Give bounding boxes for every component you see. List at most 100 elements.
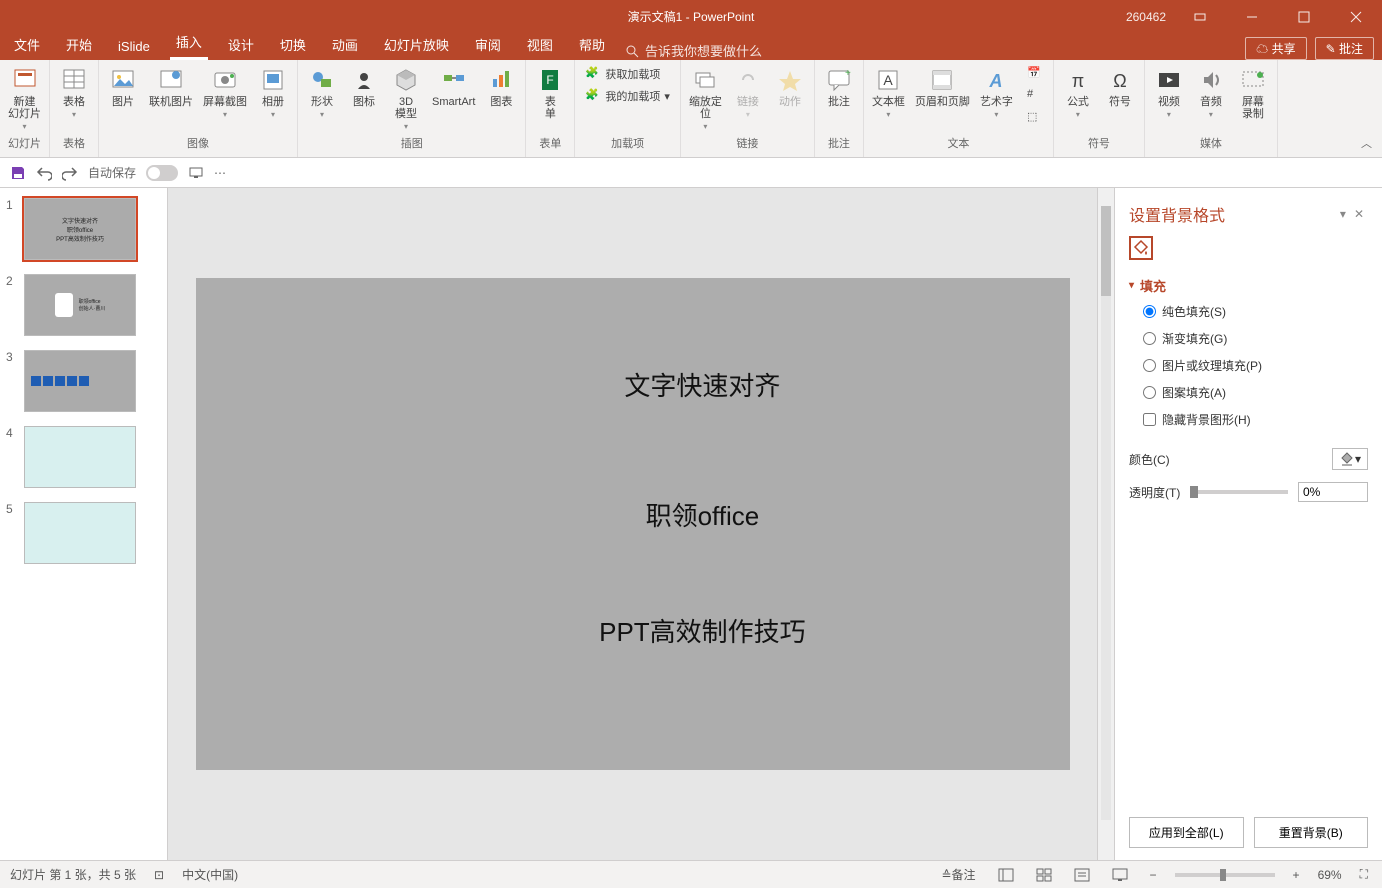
slide-thumbnail-2[interactable]: 职领office创始人·曹川 (24, 274, 136, 336)
minimize-button[interactable] (1234, 0, 1270, 33)
slide-thumbnail-4[interactable] (24, 426, 136, 488)
chart-button[interactable]: 图表 (483, 64, 519, 110)
get-addins-button[interactable]: 🧩获取加载项 (581, 64, 674, 84)
from-beginning-button[interactable] (188, 165, 204, 181)
symbol-button[interactable]: Ω符号 (1102, 64, 1138, 110)
slide-text-2[interactable]: 职领office (646, 496, 760, 533)
transparency-input[interactable] (1298, 482, 1368, 502)
tab-animation[interactable]: 动画 (326, 31, 364, 60)
zoom-out-button[interactable]: − (1146, 866, 1161, 884)
slide-thumbnails-panel[interactable]: 1文字快速对齐职领officePPT高效制作技巧 2职领office创始人·曹川… (0, 188, 168, 860)
ribbon-group-text: A文本框▾ 页眉和页脚 A艺术字▾ 📅 # ⬚ 文本 (864, 60, 1054, 157)
ribbon-group-links: 缩放定位▾ 链接▾ 动作 链接 (681, 60, 815, 157)
slide-thumbnail-1[interactable]: 文字快速对齐职领officePPT高效制作技巧 (24, 198, 136, 260)
link-button[interactable]: 链接▾ (730, 64, 766, 121)
slide-thumbnail-3[interactable] (24, 350, 136, 412)
pattern-fill-radio[interactable]: 图案填充(A) (1143, 384, 1368, 401)
tab-view[interactable]: 视图 (521, 31, 559, 60)
solid-fill-radio[interactable]: 纯色填充(S) (1143, 303, 1368, 320)
smartart-button[interactable]: SmartArt (430, 64, 477, 110)
my-addins-button[interactable]: 🧩我的加载项▾ (581, 86, 674, 106)
video-button[interactable]: 视频▾ (1151, 64, 1187, 121)
pictures-button[interactable]: 图片 (105, 64, 141, 110)
reading-view-button[interactable] (1070, 866, 1094, 884)
slide-canvas-area[interactable]: 文字快速对齐 职领office PPT高效制作技巧 (168, 188, 1097, 860)
pane-options-button[interactable]: ▾ (1336, 207, 1350, 221)
vertical-scrollbar[interactable] (1097, 188, 1114, 860)
notes-button[interactable]: ≙ 备注 (937, 864, 979, 885)
tab-design[interactable]: 设计 (222, 31, 260, 60)
fill-tab-icon[interactable] (1129, 236, 1153, 260)
svg-text:π: π (1072, 71, 1084, 91)
pane-close-button[interactable]: ✕ (1350, 207, 1368, 221)
audio-button[interactable]: 音频▾ (1193, 64, 1229, 121)
photo-album-button[interactable]: 相册▾ (255, 64, 291, 121)
current-slide[interactable]: 文字快速对齐 职领office PPT高效制作技巧 (196, 278, 1070, 770)
comments-button[interactable]: ✎ 批注 (1315, 37, 1374, 60)
tab-help[interactable]: 帮助 (573, 31, 611, 60)
forms-button[interactable]: F表单 (532, 64, 568, 122)
tab-review[interactable]: 审阅 (469, 31, 507, 60)
screen-recording-button[interactable]: 屏幕录制 (1235, 64, 1271, 122)
screenshot-button[interactable]: 屏幕截图▾ (201, 64, 249, 121)
table-button[interactable]: 表格▾ (56, 64, 92, 121)
accessibility-button[interactable]: ⊡ (150, 866, 168, 884)
new-slide-button[interactable]: 新建幻灯片▾ (6, 64, 43, 133)
shapes-button[interactable]: 形状▾ (304, 64, 340, 121)
slide-text-1[interactable]: 文字快速对齐 (624, 366, 780, 403)
picture-fill-radio[interactable]: 图片或纹理填充(P) (1143, 357, 1368, 374)
ribbon: 新建幻灯片▾ 幻灯片 表格▾ 表格 图片 联机图片 屏幕截图▾ 相册▾ 图像 形… (0, 60, 1382, 158)
zoom-level[interactable]: 69% (1318, 868, 1342, 882)
wordart-button[interactable]: A艺术字▾ (978, 64, 1015, 121)
slideshow-view-button[interactable] (1108, 866, 1132, 884)
slide-number-button[interactable]: # (1023, 86, 1047, 106)
thumb-number: 1 (6, 198, 18, 260)
equation-button[interactable]: π公式▾ (1060, 64, 1096, 121)
main-area: 1文字快速对齐职领officePPT高效制作技巧 2职领office创始人·曹川… (0, 188, 1382, 860)
slide-text-3[interactable]: PPT高效制作技巧 (599, 612, 806, 649)
header-footer-button[interactable]: 页眉和页脚 (913, 64, 972, 110)
tab-slideshow[interactable]: 幻灯片放映 (378, 31, 455, 60)
fill-section-header[interactable]: 填充 (1129, 276, 1368, 295)
zoom-button[interactable]: 缩放定位▾ (687, 64, 724, 133)
tab-transition[interactable]: 切换 (274, 31, 312, 60)
redo-button[interactable] (62, 165, 78, 181)
language-indicator[interactable]: 中文(中国) (182, 866, 238, 883)
zoom-in-button[interactable]: + (1289, 866, 1304, 884)
qat-customize[interactable]: ⋯ (214, 166, 226, 180)
comment-button[interactable]: +批注 (821, 64, 857, 110)
save-button[interactable] (10, 165, 26, 181)
close-button[interactable] (1338, 0, 1374, 33)
color-picker-button[interactable]: ▾ (1332, 448, 1368, 470)
reset-background-button[interactable]: 重置背景(B) (1254, 817, 1369, 848)
hide-bg-checkbox[interactable]: 隐藏背景图形(H) (1143, 411, 1368, 428)
textbox-button[interactable]: A文本框▾ (870, 64, 907, 121)
zoom-slider[interactable] (1175, 873, 1275, 877)
transparency-label: 透明度(T) (1129, 484, 1180, 501)
object-button[interactable]: ⬚ (1023, 108, 1047, 128)
color-label: 颜色(C) (1129, 451, 1170, 468)
autosave-toggle[interactable] (146, 165, 178, 181)
tab-home[interactable]: 开始 (60, 31, 98, 60)
share-button[interactable]: ☁ 共享 (1245, 37, 1306, 60)
date-time-button[interactable]: 📅 (1023, 64, 1047, 84)
fit-to-window-button[interactable]: ⛶ (1356, 865, 1372, 884)
action-button[interactable]: 动作 (772, 64, 808, 110)
slide-sorter-button[interactable] (1032, 866, 1056, 884)
collapse-ribbon-button[interactable]: ︿ (1351, 129, 1382, 157)
gradient-fill-radio[interactable]: 渐变填充(G) (1143, 330, 1368, 347)
online-pictures-button[interactable]: 联机图片 (147, 64, 195, 110)
transparency-slider[interactable] (1190, 490, 1288, 494)
ribbon-display-options[interactable] (1182, 0, 1218, 33)
maximize-button[interactable] (1286, 0, 1322, 33)
apply-to-all-button[interactable]: 应用到全部(L) (1129, 817, 1244, 848)
tab-file[interactable]: 文件 (8, 31, 46, 60)
normal-view-button[interactable] (994, 866, 1018, 884)
tab-islide[interactable]: iSlide (112, 35, 156, 60)
undo-button[interactable] (36, 165, 52, 181)
3d-models-button[interactable]: 3D模型▾ (388, 64, 424, 133)
slide-counter[interactable]: 幻灯片 第 1 张，共 5 张 (10, 866, 136, 883)
slide-thumbnail-5[interactable] (24, 502, 136, 564)
icons-button[interactable]: 图标 (346, 64, 382, 110)
tell-me-search[interactable]: 告诉我你想要做什么 (625, 41, 762, 60)
